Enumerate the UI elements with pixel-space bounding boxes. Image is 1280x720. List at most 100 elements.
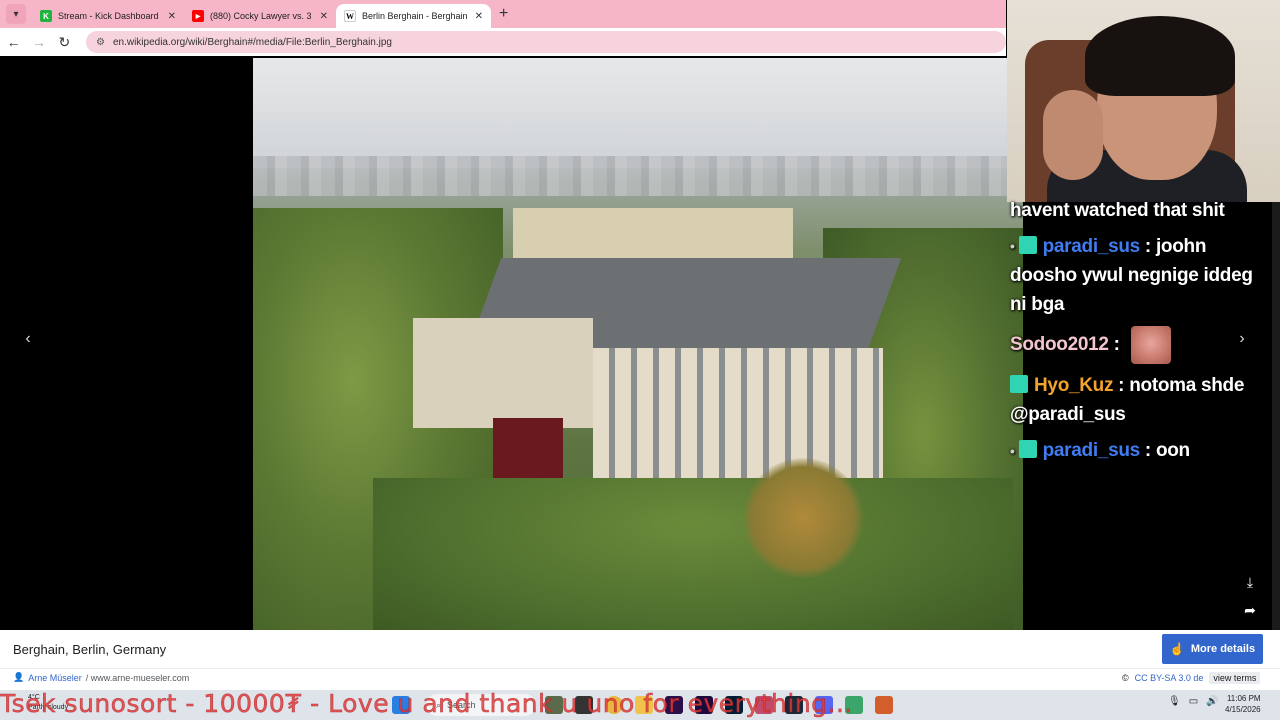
license-info: © CC BY-SA 3.0 de view terms: [1122, 672, 1261, 684]
chrome-icon[interactable]: [605, 696, 623, 714]
author-icon: 👤: [13, 672, 25, 682]
system-tray: 🎙 ▭ 🔊: [1168, 696, 1219, 707]
view-terms-button[interactable]: view terms: [1209, 672, 1261, 684]
network-icon[interactable]: ▭: [1189, 696, 1198, 707]
chat-separator: :: [1139, 236, 1156, 257]
author-site: / www.arne-mueseler.com: [85, 672, 190, 683]
app-icon[interactable]: [875, 696, 893, 714]
chat-text: havent watched that shit: [1010, 200, 1225, 221]
subscriber-badge-icon: [1018, 440, 1037, 459]
chat-message: Sodoo2012 :: [1010, 326, 1272, 365]
close-tab-icon[interactable]: ✕: [320, 11, 328, 22]
microphone-icon[interactable]: 🎙: [1168, 696, 1181, 707]
tab-title: (880) Cocky Lawyer vs. 3 Smoke: [210, 11, 314, 21]
license-link[interactable]: CC BY-SA 3.0 de: [1135, 673, 1204, 683]
subscriber-badge-icon: [1010, 375, 1028, 394]
pointer-icon: ☝: [1169, 642, 1185, 656]
image-caption: Berghain, Berlin, Germany: [13, 642, 167, 657]
previous-image-icon[interactable]: ‹: [14, 325, 42, 353]
chat-username: Sodoo2012: [1010, 334, 1109, 356]
photo-sky: [253, 58, 1023, 168]
photo-autumn-tree: [743, 458, 863, 578]
music-icon[interactable]: [755, 696, 773, 714]
photoshop-icon[interactable]: [725, 696, 743, 714]
chat-username: paradi_sus: [1042, 236, 1141, 257]
kick-favicon-icon: K: [40, 10, 52, 22]
divider: [0, 668, 1280, 669]
author-link[interactable]: Arne Müseler: [28, 673, 82, 683]
cc-license-icon: ©: [1122, 673, 1129, 683]
clock[interactable]: 11:06 PM 4/15/2026: [1225, 693, 1261, 715]
windows-start-icon[interactable]: [392, 696, 410, 714]
chat-message: Hyo_Kuz : notoma shde @paradi_sus: [1010, 371, 1272, 429]
file-explorer-icon[interactable]: [545, 696, 563, 714]
youtube-favicon-icon: ▶: [192, 10, 204, 22]
wikipedia-favicon-icon: W: [344, 10, 356, 22]
more-details-button[interactable]: ☝ More details: [1162, 634, 1263, 664]
address-bar[interactable]: ⚙ en.wikipedia.org/wiki/Berghain#/media/…: [85, 31, 1006, 53]
webcam-hand: [1043, 90, 1103, 180]
close-tab-icon[interactable]: ✕: [168, 11, 176, 22]
attribution: 👤 Arne Müseler / www.arne-mueseler.com: [13, 672, 189, 683]
terminal-icon[interactable]: [575, 696, 593, 714]
photo-trees-bottom: [373, 478, 1013, 630]
taskbar-search[interactable]: ⌕ Search: [426, 694, 536, 716]
download-icon[interactable]: ⤓: [1238, 570, 1262, 594]
photo-building-left: [413, 318, 593, 428]
chat-message: havent watched that shit: [1010, 196, 1272, 225]
back-arrow-icon[interactable]: ←: [6, 34, 21, 50]
tab-search-menu-icon[interactable]: ▾: [6, 4, 26, 24]
tab-bar: ▾ K Stream - Kick Dashboard ✕ ▶ (880) Co…: [0, 0, 1006, 28]
forward-arrow-icon[interactable]: →: [31, 34, 46, 50]
streamer-webcam: [1007, 0, 1280, 202]
app-icon[interactable]: [845, 696, 863, 714]
media-info-bar: Berghain, Berlin, Germany ☝ More details…: [0, 630, 1280, 690]
bullet-icon: •: [1010, 442, 1015, 459]
premiere-icon[interactable]: [665, 696, 683, 714]
subscriber-badge-icon: [1018, 235, 1037, 254]
folder-icon[interactable]: [635, 696, 653, 714]
webcam-hair: [1085, 16, 1235, 96]
berghain-photo: [253, 58, 1023, 630]
windows-taskbar: 4°C Partly cloudy ⌕ Search 🎙 ▭ �: [0, 690, 1280, 720]
discord-icon[interactable]: [815, 696, 833, 714]
weather-desc: Partly cloudy: [28, 704, 69, 711]
bullet-icon: •: [1010, 238, 1015, 255]
steam-icon[interactable]: [785, 696, 803, 714]
taskbar-apps: [392, 696, 410, 714]
tab-wikipedia-berghain[interactable]: W Berlin Berghain - Berghain - Wi ✕: [336, 4, 491, 28]
chat-separator: :: [1113, 375, 1130, 397]
chat-separator: :: [1139, 440, 1156, 462]
more-details-label: More details: [1190, 643, 1256, 655]
weather-widget[interactable]: 4°C Partly cloudy: [28, 693, 68, 713]
site-info-icon[interactable]: ⚙: [96, 37, 105, 48]
tab-title: Berlin Berghain - Berghain - Wi: [362, 11, 469, 21]
after-effects-icon[interactable]: [695, 696, 713, 714]
photo-skyline: [253, 156, 1023, 196]
stream-chat-overlay: havent watched that shit • paradi_sus : j…: [1010, 196, 1272, 473]
clock-time: 11:06 PM: [1226, 694, 1261, 703]
screen: ▾ K Stream - Kick Dashboard ✕ ▶ (880) Co…: [0, 0, 1280, 720]
chat-username: paradi_sus: [1042, 440, 1141, 462]
chat-message: • paradi_sus : joohn doosho ywul negnige …: [1010, 232, 1272, 319]
tab-kick-dashboard[interactable]: K Stream - Kick Dashboard ✕: [32, 4, 184, 28]
chat-username: Hyo_Kuz: [1034, 375, 1114, 397]
close-tab-icon[interactable]: ✕: [475, 11, 483, 22]
clock-date: 4/15/2026: [1225, 705, 1261, 714]
search-icon: ⌕: [436, 699, 442, 710]
pinned-apps: [545, 696, 893, 714]
tab-title: Stream - Kick Dashboard: [58, 11, 159, 21]
reload-icon[interactable]: ↻: [57, 34, 72, 51]
browser-toolbar: ← → ↻ ⚙ en.wikipedia.org/wiki/Berghain#/…: [0, 28, 1006, 56]
volume-icon[interactable]: 🔊: [1206, 696, 1218, 707]
url-text: en.wikipedia.org/wiki/Berghain#/media/Fi…: [112, 36, 392, 48]
search-placeholder: Search: [447, 700, 476, 710]
scrollbar[interactable]: [1272, 202, 1280, 630]
chat-separator: :: [1108, 334, 1125, 356]
tab-youtube-video[interactable]: ▶ (880) Cocky Lawyer vs. 3 Smoke ✕: [184, 4, 336, 28]
chat-text: oon: [1155, 440, 1190, 462]
weather-temp: 4°C: [28, 694, 40, 701]
new-tab-icon[interactable]: +: [499, 5, 508, 23]
chat-message: • paradi_sus : oon: [1010, 436, 1272, 465]
share-icon[interactable]: ➦: [1238, 598, 1262, 622]
